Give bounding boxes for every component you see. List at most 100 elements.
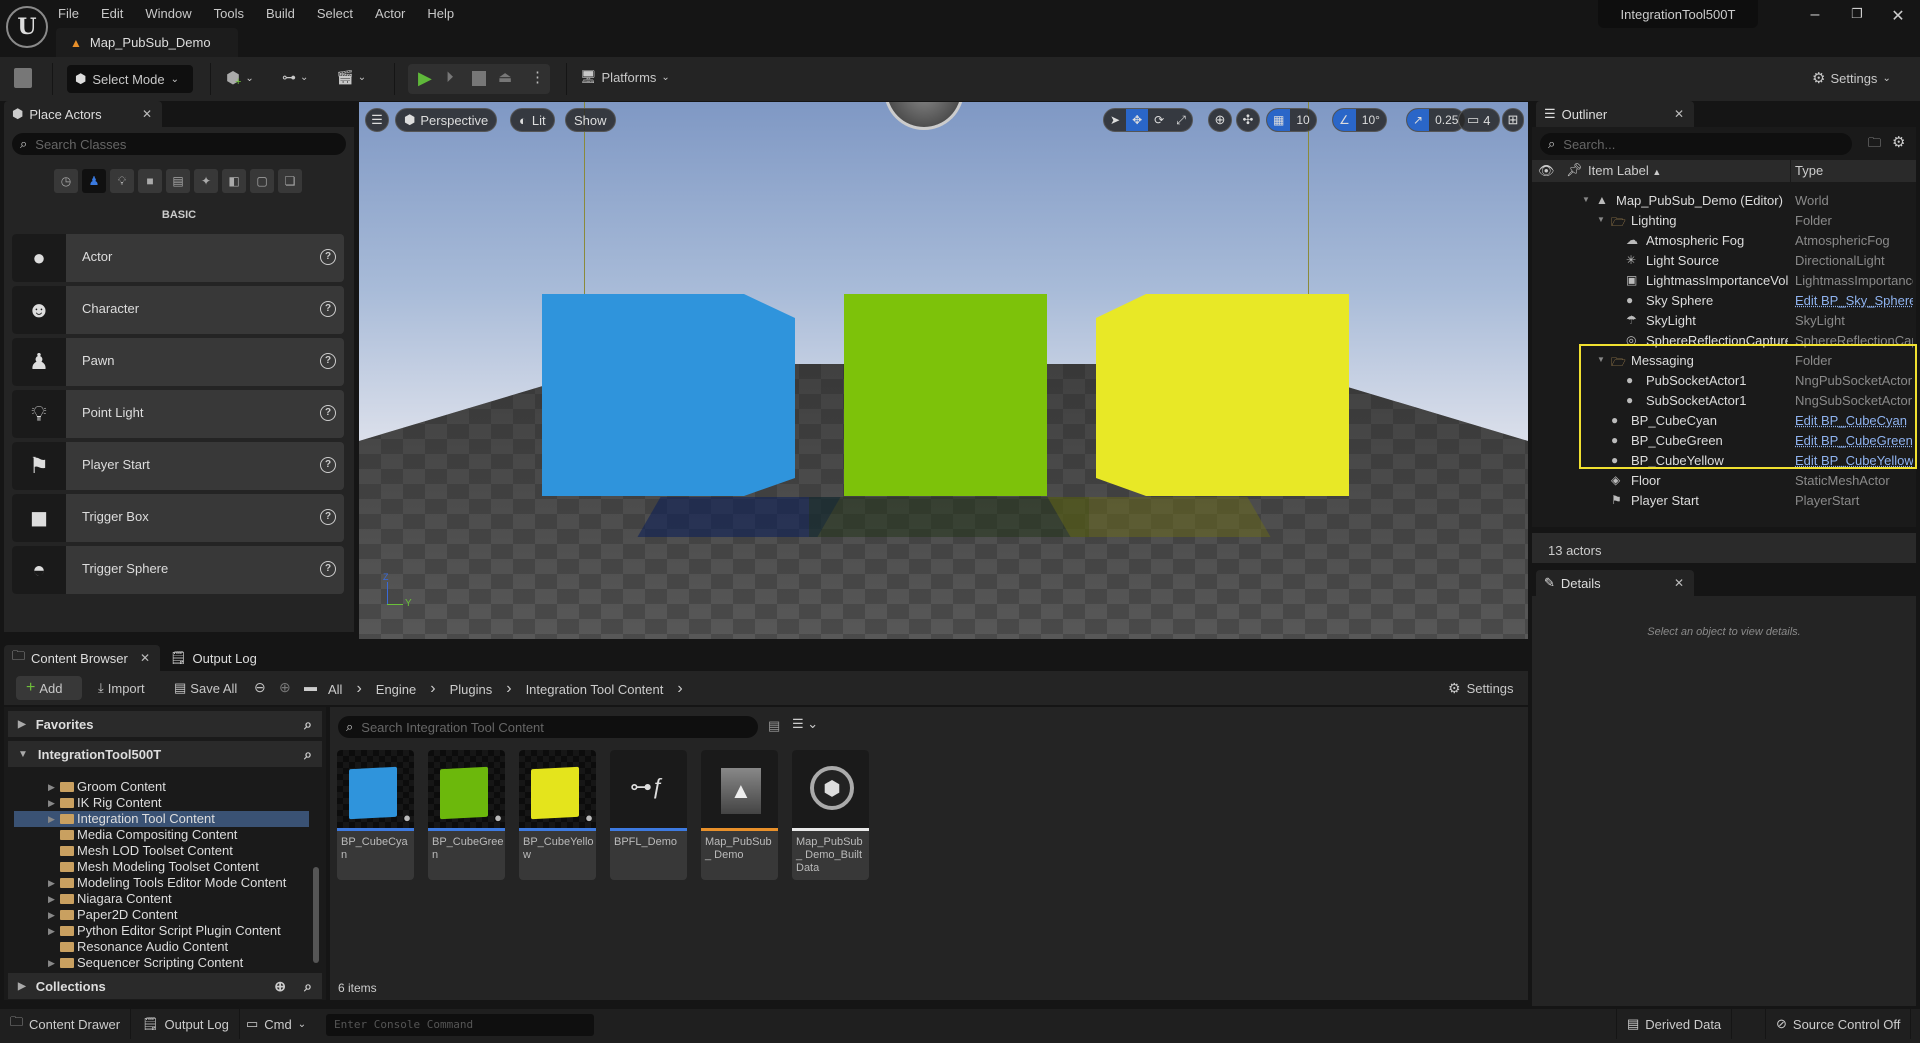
output-log-tab[interactable]: 🗒︎ Output Log: [170, 650, 257, 666]
outliner-tab[interactable]: ☰ Outliner ✕: [1536, 101, 1694, 127]
camera-speed[interactable]: ▭ 4: [1458, 108, 1500, 132]
expand-arrow-icon[interactable]: ▶: [48, 910, 55, 921]
visibility-eye-icon[interactable]: 👁︎: [1538, 163, 1555, 179]
menu-tools[interactable]: Tools: [214, 6, 244, 21]
save-all-button[interactable]: ▤ Save All: [174, 680, 237, 696]
unreal-logo-icon[interactable]: U: [6, 6, 48, 48]
menu-actor[interactable]: Actor: [375, 6, 405, 21]
menu-select[interactable]: Select: [317, 6, 353, 21]
save-search-icon[interactable]: ▤: [768, 718, 780, 734]
minimize-button[interactable]: –: [1800, 6, 1830, 26]
actor-item-trigger-box[interactable]: ◼ Trigger Box?: [12, 494, 344, 542]
column-item-label[interactable]: Item Label ▲: [1588, 163, 1661, 178]
actor-item-point-light[interactable]: 💡︎ Point Light?: [12, 390, 344, 438]
expand-arrow-icon[interactable]: ▶: [48, 814, 55, 825]
grid-snap[interactable]: ▦ 10: [1266, 108, 1317, 132]
breadcrumb-item[interactable]: Plugins: [450, 682, 493, 697]
translate-tool-icon[interactable]: ✥: [1126, 109, 1149, 131]
chevron-right-icon[interactable]: ›: [677, 680, 682, 698]
content-browser-tab[interactable]: 🗀 Content Browser ✕: [4, 645, 160, 671]
world-local-button[interactable]: ⊕: [1208, 108, 1232, 132]
level-tab[interactable]: ▲ Map_PubSub_Demo: [56, 28, 238, 57]
folder-item[interactable]: ▶ Integration Tool Content: [14, 811, 309, 827]
folder-item[interactable]: ▶ Python Editor Script Plugin Content: [14, 923, 309, 939]
rotate-tool-icon[interactable]: ⟳: [1148, 109, 1170, 131]
shapes-icon[interactable]: ■: [138, 169, 162, 193]
folder-item[interactable]: Mesh LOD Toolset Content: [14, 843, 309, 859]
actor-item-player-start[interactable]: ⚑ Player Start?: [12, 442, 344, 490]
add-folder-icon[interactable]: 🗀: [1868, 134, 1881, 156]
place-actors-tab[interactable]: ⬢ Place Actors ✕: [4, 101, 162, 127]
outliner-row[interactable]: ◈ Floor StaticMeshActor: [1532, 471, 1916, 491]
expand-arrow-icon[interactable]: ▶: [48, 878, 55, 889]
expand-arrow-icon[interactable]: ▼: [1597, 215, 1605, 224]
help-icon[interactable]: ?: [320, 249, 336, 265]
close-icon[interactable]: ✕: [1674, 107, 1684, 121]
console-command-input[interactable]: Enter Console Command: [326, 1014, 594, 1036]
basic-icon[interactable]: ♟: [82, 169, 106, 193]
add-button[interactable]: + Add: [16, 676, 82, 700]
edit-blueprint-link[interactable]: Edit BP_Sky_Sphere: [1795, 293, 1913, 308]
scale-snap[interactable]: ↗ 0.25: [1406, 108, 1466, 132]
viewport-menu-button[interactable]: ☰: [365, 108, 389, 132]
chevron-right-icon[interactable]: ›: [356, 680, 361, 698]
close-window-button[interactable]: ✕: [1883, 6, 1913, 26]
save-icon[interactable]: [14, 68, 32, 88]
details-tab[interactable]: ✎ Details ✕: [1536, 570, 1694, 596]
help-icon[interactable]: ?: [320, 353, 336, 369]
pin-icon[interactable]: 📌︎: [1566, 162, 1583, 178]
chevron-right-icon[interactable]: ›: [430, 680, 435, 698]
lit-button[interactable]: ◐ Lit: [510, 108, 555, 132]
folder-item[interactable]: Resonance Audio Content: [14, 939, 309, 955]
asset-search-input[interactable]: ⌕ Search Integration Tool Content: [338, 716, 758, 738]
rotation-snap[interactable]: ∠ 10°: [1332, 108, 1387, 132]
asset-tile[interactable]: ● BP_CubeCyan: [337, 750, 414, 880]
restore-button[interactable]: ❐: [1842, 6, 1872, 26]
advance-frame-icon[interactable]: ⏵: [446, 69, 454, 86]
close-icon[interactable]: ✕: [140, 651, 150, 665]
breadcrumb-item[interactable]: All: [328, 682, 342, 697]
chevron-right-icon[interactable]: ›: [506, 680, 511, 698]
folder-item[interactable]: Mesh Modeling Toolset Content: [14, 859, 309, 875]
platforms-button[interactable]: 🖥︎ Platforms ⌄: [580, 69, 670, 85]
eject-icon[interactable]: ⏏: [498, 68, 512, 86]
folder-item[interactable]: ▶ Paper2D Content: [14, 907, 309, 923]
folder-item[interactable]: ▶ Sequencer Scripting Content: [14, 955, 309, 971]
show-button[interactable]: Show: [565, 108, 616, 132]
folder-item[interactable]: ▶ Modeling Tools Editor Mode Content: [14, 875, 309, 891]
folder-item[interactable]: ▶ Niagara Content: [14, 891, 309, 907]
outliner-row[interactable]: ☂︎ SkyLight SkyLight: [1532, 311, 1916, 331]
search-icon[interactable]: ⌕: [304, 746, 312, 763]
search-icon[interactable]: ⌕: [304, 978, 312, 995]
asset-tile[interactable]: ● BP_CubeGreen: [428, 750, 505, 880]
help-icon[interactable]: ?: [320, 457, 336, 473]
add-collection-icon[interactable]: ⊕: [274, 978, 286, 995]
add-actor-button[interactable]: ⬢ + ⌄: [226, 68, 254, 88]
search-icon[interactable]: ⌕: [304, 716, 312, 733]
menu-help[interactable]: Help: [427, 6, 454, 21]
menu-build[interactable]: Build: [266, 6, 295, 21]
outliner-row[interactable]: ▣ LightmassImportanceVolume LightmassImpor…: [1532, 271, 1916, 291]
scale-tool-icon[interactable]: ⤢: [1170, 109, 1192, 131]
visual-effects-icon[interactable]: ✦: [194, 169, 218, 193]
collections-section[interactable]: ▶ Collections ⊕ ⌕: [8, 973, 322, 999]
select-mode-dropdown[interactable]: ⬢ Select Mode ⌄: [67, 65, 193, 93]
source-control-button[interactable]: ⊘ Source Control Off: [1765, 1009, 1912, 1039]
project-section[interactable]: ▼ IntegrationTool500T ⌕: [8, 741, 322, 767]
actor-item-pawn[interactable]: ♟ Pawn?: [12, 338, 344, 386]
cb-settings-button[interactable]: ⚙ Settings: [1448, 680, 1514, 697]
all-classes-icon[interactable]: ❏: [278, 169, 302, 193]
cmd-dropdown[interactable]: ▭ Cmd ⌄: [236, 1009, 316, 1039]
tree-scrollbar[interactable]: [313, 867, 319, 963]
geometry-icon[interactable]: ◧: [222, 169, 246, 193]
asset-tile[interactable]: ⊶ƒ BPFL_Demo: [610, 750, 687, 880]
actor-item-trigger-sphere[interactable]: ◓ Trigger Sphere?: [12, 546, 344, 594]
cinematics-button[interactable]: 🎬︎ ⌄: [336, 69, 366, 86]
more-options-icon[interactable]: ⋮: [530, 68, 545, 86]
surface-snap-button[interactable]: ✣: [1236, 108, 1260, 132]
help-icon[interactable]: ?: [320, 301, 336, 317]
back-icon[interactable]: ⊖: [254, 679, 266, 696]
output-log-button[interactable]: 🗒︎ Output Log: [132, 1009, 240, 1039]
gear-icon[interactable]: ⚙: [1892, 133, 1905, 151]
expand-arrow-icon[interactable]: ▼: [1582, 195, 1590, 204]
